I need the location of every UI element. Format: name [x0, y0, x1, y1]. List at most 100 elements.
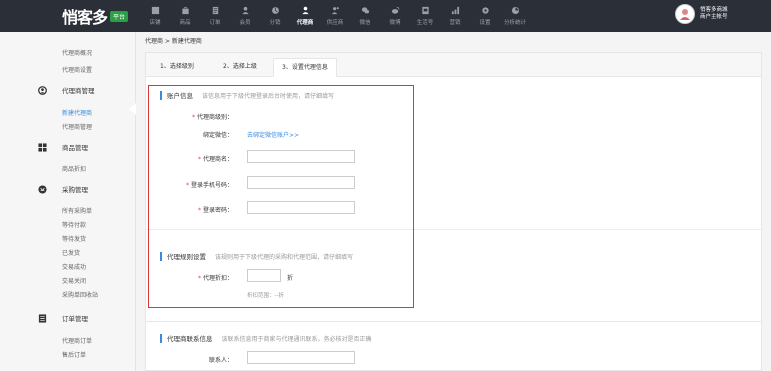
- sidebar-group-purchase[interactable]: 采购管理: [38, 184, 88, 194]
- sidebar-group-label: 订单管理: [62, 315, 88, 323]
- login-password-input[interactable]: [247, 201, 355, 214]
- main-nav: 店铺 商品 订单 会员 分销 代理商 供应商 微信 微博 生活号 营销 设置 分析统计: [140, 0, 530, 32]
- logo-text: 悄客多: [62, 8, 108, 27]
- nav-item-10[interactable]: 营销: [440, 0, 470, 32]
- nav-item-label: 设置: [479, 20, 491, 26]
- login-phone-label: * 登录手机号码：: [185, 182, 233, 189]
- section-title: 账户信息: [167, 92, 193, 100]
- sidebar-item-wait-ship[interactable]: 等待发货: [62, 234, 86, 243]
- nav-item-label: 分析统计: [503, 20, 526, 26]
- user-name: 悄客多商城: [700, 7, 728, 13]
- nav-item-3[interactable]: 会员: [230, 0, 260, 32]
- nav-item-label: 微博: [389, 20, 401, 26]
- contact-person-input[interactable]: [247, 351, 355, 364]
- agent-name-label: * 代理商名：: [197, 156, 233, 163]
- section-desc: 该信息用于下级代理登录后台时使用，请仔细填写: [202, 92, 335, 100]
- sidebar: 代理商概况 代理商设置 代理商管理 新建代理商 代理商管理 商品管理 商品折扣 …: [0, 32, 136, 371]
- tab-set-agent-info[interactable]: 3、设置代理信息: [273, 58, 337, 77]
- sidebar-item-after-sale[interactable]: 售后订单: [62, 350, 86, 359]
- user-info: 悄客多商城 商户主帐号: [700, 7, 728, 21]
- sidebar-item-agent-manage[interactable]: 代理商管理: [62, 122, 92, 131]
- nav-item-7[interactable]: 微信: [350, 0, 380, 32]
- contact-section-header: 代理商联系信息 该联系信息用于商家与代理通讯联系，务必核对是否正确: [160, 333, 372, 343]
- active-indicator: [129, 103, 136, 115]
- grid-icon: [38, 142, 47, 152]
- sidebar-group-agent-manage[interactable]: 代理商管理: [38, 85, 95, 95]
- agent-discount-input[interactable]: [247, 269, 281, 282]
- nav-item-2[interactable]: 订单: [200, 0, 230, 32]
- nav-item-label: 营销: [449, 20, 461, 26]
- main-panel: 1、选择级别 2、选择上级 3、设置代理信息 账户信息 该信息用于下级代理登录后…: [145, 52, 762, 322]
- user-role: 商户主帐号: [700, 14, 728, 20]
- login-password-label: * 登录密码：: [197, 207, 233, 214]
- sidebar-item-new-agent[interactable]: 新建代理商: [62, 108, 92, 117]
- sidebar-item-trade-success[interactable]: 交易成功: [62, 262, 86, 271]
- sidebar-item-agent-orders[interactable]: 代理商订单: [62, 336, 92, 345]
- section-desc: 该规则用于下级代理的采购和代理范围，请仔细填写: [215, 253, 354, 261]
- login-phone-input[interactable]: [247, 176, 355, 189]
- discount-range-hint: 折扣范围：--折: [247, 293, 284, 299]
- required-mark: *: [191, 114, 195, 121]
- user-menu[interactable]: 悄客多商城 商户主帐号: [675, 4, 728, 24]
- section-desc: 该联系信息用于商家与代理通讯联系，务必核对是否正确: [221, 335, 372, 343]
- section-title: 代理规则设置: [167, 253, 206, 261]
- nav-item-11[interactable]: 设置: [470, 0, 500, 32]
- analytics-icon: [511, 6, 520, 15]
- nav-item-8[interactable]: 微博: [380, 0, 410, 32]
- order-list-icon: [38, 313, 47, 323]
- sidebar-item-agent-overview[interactable]: 代理商概况: [62, 48, 92, 57]
- tab-select-level[interactable]: 1、选择级别: [152, 58, 202, 77]
- nav-item-label: 供应商: [326, 20, 344, 26]
- nav-item-label: 店铺: [149, 20, 161, 26]
- member-icon: [241, 6, 250, 15]
- breadcrumb: 代理商 > 新建代理商: [145, 38, 202, 45]
- sidebar-item-trade-closed[interactable]: 交易关闭: [62, 276, 86, 285]
- nav-item-12[interactable]: 分析统计: [500, 0, 530, 32]
- nav-item-6[interactable]: 供应商: [320, 0, 350, 32]
- nav-item-0[interactable]: 店铺: [140, 0, 170, 32]
- sidebar-group-goods[interactable]: 商品管理: [38, 142, 88, 152]
- nav-item-9[interactable]: 生活号: [410, 0, 440, 32]
- nav-item-label: 会员: [239, 20, 251, 26]
- section-bar: [160, 333, 162, 343]
- distribution-icon: [271, 6, 280, 15]
- agent-manage-icon: [38, 85, 47, 95]
- nav-item-1[interactable]: 商品: [170, 0, 200, 32]
- step-tabs: 1、选择级别 2、选择上级 3、设置代理信息: [146, 53, 761, 77]
- required-mark: *: [185, 182, 189, 189]
- sidebar-item-wait-pay[interactable]: 等待付款: [62, 220, 86, 229]
- logo[interactable]: 悄客多 平台: [62, 6, 129, 27]
- sidebar-item-goods-discount[interactable]: 商品折扣: [62, 164, 86, 173]
- nav-item-label: 生活号: [416, 20, 434, 26]
- sidebar-group-label: 代理商管理: [62, 87, 95, 95]
- order-icon: [211, 6, 220, 15]
- marketing-icon: [451, 6, 460, 15]
- contact-panel: 代理商联系信息 该联系信息用于商家与代理通讯联系，务必核对是否正确 联系人：: [145, 322, 762, 371]
- required-mark: *: [197, 275, 201, 282]
- nav-item-label: 微信: [359, 20, 371, 26]
- nav-item-4[interactable]: 分销: [260, 0, 290, 32]
- logo-badge: 平台: [110, 10, 129, 22]
- bind-wechat-link[interactable]: 去绑定微信账户>>: [247, 130, 299, 139]
- sidebar-item-all-purchase[interactable]: 所有采购单: [62, 206, 92, 215]
- sidebar-item-purchase-recycle[interactable]: 采购单回收站: [62, 290, 98, 299]
- sidebar-item-agent-settings[interactable]: 代理商设置: [62, 65, 92, 74]
- supplier-icon: [331, 6, 340, 15]
- sidebar-item-shipped[interactable]: 已发货: [62, 248, 80, 257]
- avatar[interactable]: [675, 4, 695, 24]
- nav-item-label: 分销: [269, 20, 281, 26]
- purchase-icon: [38, 184, 47, 194]
- sidebar-group-orders[interactable]: 订单管理: [38, 313, 88, 323]
- agent-name-input[interactable]: [247, 150, 355, 163]
- nav-item-label: 商品: [179, 20, 191, 26]
- agent-icon: [301, 6, 310, 15]
- top-navbar: 悄客多 平台 店铺 商品 订单 会员 分销 代理商 供应商 微信 微博 生活号 营销 设置 分析统计 悄…: [0, 0, 771, 32]
- weibo-icon: [391, 6, 400, 15]
- life-icon: [421, 6, 430, 15]
- agent-discount-label: * 代理折扣：: [197, 275, 233, 282]
- required-mark: *: [197, 207, 201, 214]
- tab-select-parent[interactable]: 2、选择上级: [215, 58, 265, 77]
- agent-level-label: * 代理商级别：: [191, 114, 233, 121]
- nav-item-5[interactable]: 代理商: [290, 0, 320, 32]
- section-bar: [160, 251, 162, 261]
